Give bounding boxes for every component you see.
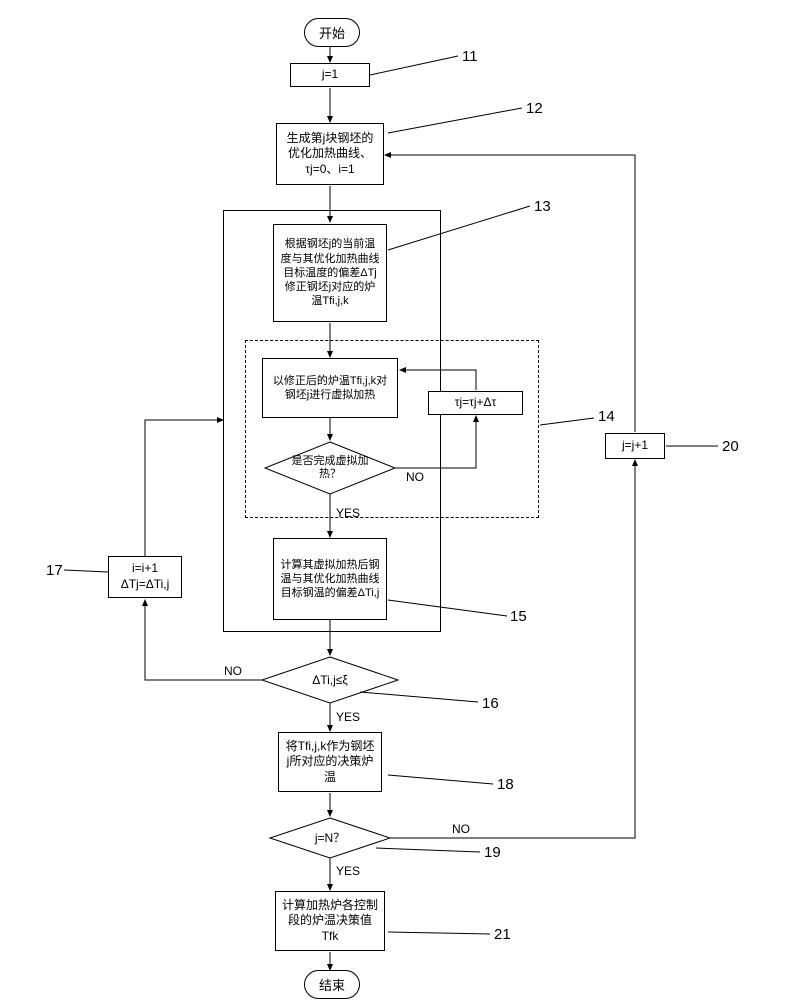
ref-21: 21 <box>494 926 511 943</box>
ref-20: 20 <box>722 438 739 455</box>
step-12: 生成第j块钢坯的优化加热曲线、τj=0、i=1 <box>276 123 384 185</box>
decision-14-text: 是否完成虚拟加热？ <box>290 455 370 481</box>
step-18-text: 将Tfi,j,k作为钢坯j所对应的决策炉温 <box>285 739 375 786</box>
decision-16-text: ΔTi,j≤ξ <box>296 673 364 687</box>
label-d14-yes: YES <box>336 506 360 520</box>
ref-17: 17 <box>46 562 63 579</box>
step-20-text: j=j+1 <box>622 438 648 454</box>
label-d16-yes: YES <box>336 710 360 724</box>
ref-15: 15 <box>510 608 527 625</box>
step-17-text: i=i+1 ΔTj=ΔTi,j <box>121 561 170 592</box>
label-d16-no: NO <box>224 664 242 678</box>
step-14b-text: τj=τj+Δτ <box>455 395 497 411</box>
ref-18: 18 <box>497 776 514 793</box>
label-d14-no: NO <box>406 470 424 484</box>
step-12-text: 生成第j块钢坯的优化加热曲线、τj=0、i=1 <box>283 131 377 178</box>
step-18: 将Tfi,j,k作为钢坯j所对应的决策炉温 <box>278 732 382 792</box>
step-11: j=1 <box>290 63 370 87</box>
terminal-end: 结束 <box>304 970 360 999</box>
terminal-end-text: 结束 <box>319 978 345 993</box>
decision-19-text: j=N？ <box>308 831 352 845</box>
ref-19: 19 <box>484 844 501 861</box>
step-14b: τj=τj+Δτ <box>428 391 523 415</box>
ref-13: 13 <box>534 198 551 215</box>
step-14a-text: 以修正后的炉温Tfi,j,k对钢坯j进行虚拟加热 <box>269 374 391 403</box>
step-15-text: 计算其虚拟加热后钢温与其优化加热曲线目标钢温的偏差ΔTi,j <box>280 558 380 601</box>
ref-14: 14 <box>598 408 615 425</box>
ref-16: 16 <box>482 695 499 712</box>
step-13: 根据钢坯j的当前温度与其优化加热曲线目标温度的偏差ΔTj修正钢坯j对应的炉温Tf… <box>273 224 387 322</box>
ref-12: 12 <box>526 100 543 117</box>
step-20: j=j+1 <box>605 433 665 459</box>
terminal-start: 开始 <box>304 18 360 47</box>
ref-11: 11 <box>462 48 478 65</box>
label-d19-no: NO <box>452 822 470 836</box>
step-21: 计算加热炉各控制段的炉温决策值Tfk <box>275 891 385 951</box>
step-14a: 以修正后的炉温Tfi,j,k对钢坯j进行虚拟加热 <box>262 358 398 418</box>
step-17: i=i+1 ΔTj=ΔTi,j <box>108 556 182 598</box>
step-21-text: 计算加热炉各控制段的炉温决策值Tfk <box>282 898 378 945</box>
label-d19-yes: YES <box>336 864 360 878</box>
step-11-text: j=1 <box>322 67 338 83</box>
step-13-text: 根据钢坯j的当前温度与其优化加热曲线目标温度的偏差ΔTj修正钢坯j对应的炉温Tf… <box>280 237 380 308</box>
step-15: 计算其虚拟加热后钢温与其优化加热曲线目标钢温的偏差ΔTi,j <box>273 538 387 620</box>
terminal-start-text: 开始 <box>319 26 345 41</box>
